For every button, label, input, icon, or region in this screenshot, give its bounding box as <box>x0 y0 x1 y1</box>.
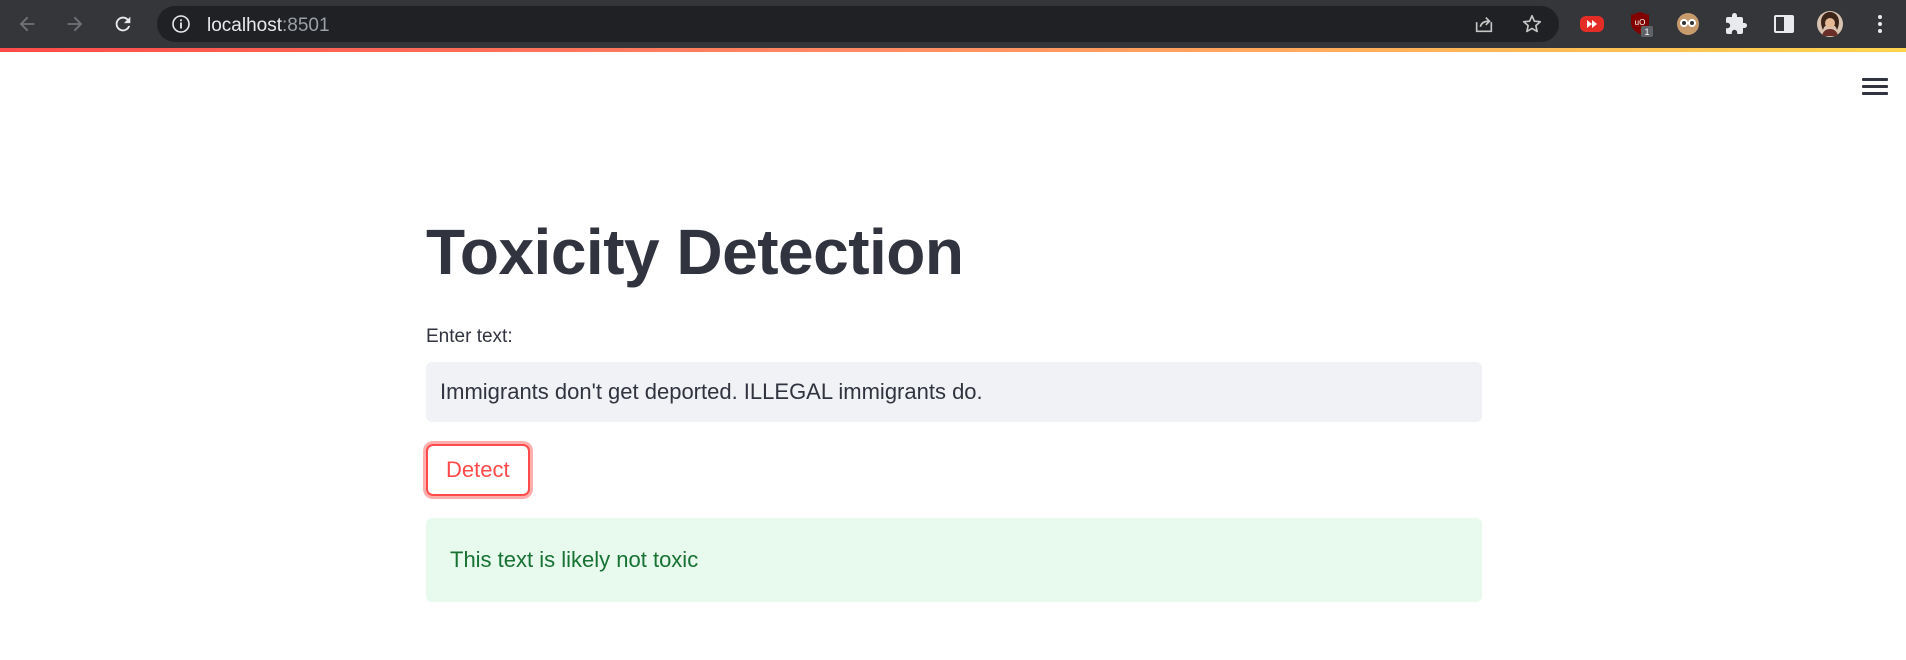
page-title: Toxicity Detection <box>426 216 964 288</box>
svg-text:1: 1 <box>1644 27 1649 37</box>
text-input-label: Enter text: <box>426 326 513 347</box>
url-text: localhost:8501 <box>207 15 330 37</box>
result-text: This text is likely not toxic <box>450 547 699 572</box>
result-alert: This text is likely not toxic <box>426 518 1482 602</box>
app-decoration-bar <box>0 48 1906 52</box>
hamburger-menu-icon[interactable] <box>1862 78 1888 100</box>
reload-icon[interactable] <box>110 11 136 37</box>
menu-icon[interactable] <box>1866 10 1894 38</box>
browser-toolbar: localhost:8501 uO 1 <box>0 0 1906 48</box>
address-bar[interactable]: localhost:8501 <box>157 6 1559 42</box>
detect-button[interactable]: Detect <box>426 444 530 496</box>
share-icon[interactable] <box>1473 13 1495 35</box>
back-icon[interactable] <box>14 11 40 37</box>
ublock-extension-icon[interactable]: uO 1 <box>1626 10 1654 38</box>
side-panel-icon[interactable] <box>1770 10 1798 38</box>
main-content: Toxicity Detection Enter text: Detect Th… <box>426 220 1482 602</box>
forward-icon[interactable] <box>62 11 88 37</box>
svg-text:uO: uO <box>1635 18 1646 27</box>
text-input[interactable] <box>426 362 1482 422</box>
url-host: localhost <box>207 15 282 36</box>
menu-line <box>1862 78 1888 81</box>
url-port: :8501 <box>282 15 330 36</box>
avatar[interactable] <box>1816 10 1844 38</box>
owl-extension-icon[interactable] <box>1674 10 1702 38</box>
star-icon[interactable] <box>1521 13 1543 35</box>
youtube-extension-icon[interactable] <box>1578 10 1606 38</box>
menu-line <box>1862 92 1888 95</box>
extensions-icon[interactable] <box>1722 10 1750 38</box>
info-icon[interactable] <box>171 14 191 34</box>
menu-line <box>1862 85 1888 88</box>
